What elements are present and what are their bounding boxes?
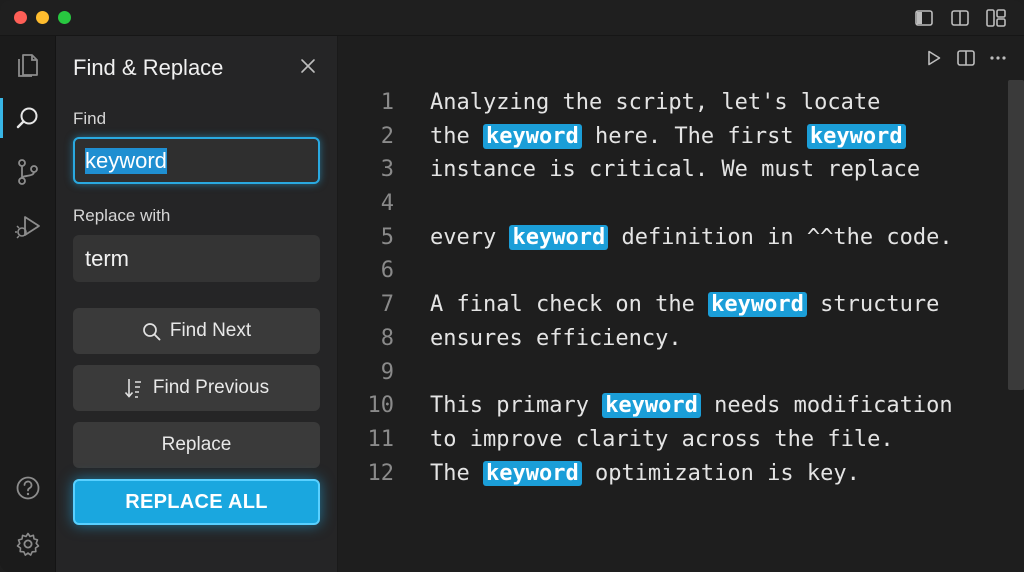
- line-number: 12: [367, 460, 395, 486]
- line-number: 7: [380, 292, 394, 318]
- find-next-label: Find Next: [169, 320, 252, 341]
- match-highlight: keyword: [602, 393, 701, 419]
- code-text: The: [430, 460, 483, 486]
- code-line: 3 instance is critical. We must replace: [338, 153, 1008, 187]
- settings-gear-icon[interactable]: [0, 518, 56, 570]
- code-lines: 1 Analyzing the script, let's locate 2 the …: [338, 86, 1008, 490]
- code-line: 11 to improve clarity across the file.: [338, 423, 1008, 457]
- editor-scrollbar[interactable]: [1008, 80, 1024, 390]
- help-icon[interactable]: [0, 462, 56, 514]
- find-replace-panel: Find & Replace Find Replace with Find Ne…: [56, 36, 338, 572]
- code-line: 8 ensures efficiency.: [338, 322, 1008, 356]
- code-text: here. The first: [581, 123, 807, 149]
- code-text: optimization is key.: [581, 460, 860, 486]
- code-text: A final check on the: [430, 292, 709, 318]
- code-text: Analyzing the script, let's locate: [430, 90, 881, 115]
- line-text: This primary keyword needs modification: [430, 389, 953, 423]
- code-line: 1 Analyzing the script, let's locate: [338, 86, 1008, 120]
- code-line: 9: [338, 356, 1008, 390]
- replace-button[interactable]: Replace: [73, 422, 320, 468]
- more-actions-icon[interactable]: [988, 48, 1008, 68]
- code-editor[interactable]: 1 Analyzing the script, let's locate 2 the …: [338, 36, 1024, 572]
- match-highlight: keyword: [509, 224, 609, 250]
- match-highlight: keyword: [806, 123, 906, 149]
- code-text: to improve clarity across the file.: [430, 426, 894, 452]
- replace-button-label: Replace: [161, 434, 232, 455]
- source-control-icon[interactable]: [0, 146, 56, 198]
- code-text: needs modification: [700, 393, 953, 419]
- search-icon[interactable]: [0, 92, 56, 144]
- line-text: A final check on the keyword structure: [430, 288, 939, 322]
- code-line: 6: [338, 254, 1008, 288]
- code-text: definition in ^^the code.: [608, 224, 953, 250]
- code-line: 4: [338, 187, 1008, 221]
- app-window: Find & Replace Find Replace with Find Ne…: [0, 0, 1024, 572]
- find-next-button[interactable]: Find Next: [73, 308, 320, 354]
- find-label: Find: [73, 109, 107, 128]
- line-text: the keyword here. The first keyword: [430, 120, 906, 154]
- code-line: 2 the keyword here. The first keyword: [338, 120, 1008, 154]
- line-number: 2: [380, 123, 394, 149]
- replace-all-label: REPLACE ALL: [125, 490, 268, 513]
- toggle-panel-icon[interactable]: [950, 8, 970, 28]
- maximize-window-button[interactable]: [58, 11, 71, 24]
- line-text: to improve clarity across the file.: [430, 423, 894, 457]
- search-icon: [142, 322, 161, 340]
- find-input[interactable]: [73, 137, 320, 184]
- match-highlight: keyword: [482, 123, 582, 149]
- code-text: structure: [806, 292, 940, 318]
- line-number: 9: [380, 359, 394, 385]
- toggle-sidebar-icon[interactable]: [914, 8, 934, 28]
- line-number: 3: [380, 157, 394, 183]
- code-line: 7 A final check on the keyword structure: [338, 288, 1008, 322]
- split-editor-icon[interactable]: [956, 48, 976, 68]
- line-number: 4: [380, 191, 394, 217]
- run-debug-icon[interactable]: [0, 200, 56, 252]
- line-number: 10: [367, 393, 395, 419]
- code-line: 5 every keyword definition in ^^the code.: [338, 221, 1008, 255]
- replace-input[interactable]: [73, 235, 320, 282]
- line-text: The keyword optimization is key.: [430, 457, 860, 491]
- find-previous-button[interactable]: Find Previous: [73, 365, 320, 411]
- title-bar: [0, 0, 1024, 36]
- files-icon[interactable]: [0, 38, 56, 90]
- editor-toolbar: [338, 36, 1024, 80]
- line-number: 11: [367, 426, 395, 452]
- line-text: ensures efficiency.: [430, 322, 682, 356]
- code-text: the: [430, 123, 483, 149]
- close-icon[interactable]: [296, 54, 320, 78]
- match-highlight: keyword: [708, 292, 807, 318]
- line-text: every keyword definition in ^^the code.: [430, 221, 953, 255]
- code-text: instance is critical. We must replace: [430, 157, 921, 183]
- run-icon[interactable]: [924, 48, 944, 68]
- activity-bar: [0, 36, 56, 572]
- code-text: This primary: [430, 393, 603, 419]
- panel-title: Find & Replace: [73, 55, 224, 80]
- code-text: every: [430, 224, 510, 250]
- code-line: 12 The keyword optimization is key.: [338, 457, 1008, 491]
- replace-with-label: Replace with: [73, 206, 171, 225]
- replace-all-button[interactable]: REPLACE ALL: [73, 479, 320, 525]
- code-text: ensures efficiency.: [430, 325, 682, 351]
- line-number: 5: [380, 224, 394, 250]
- line-number: 1: [380, 90, 394, 115]
- sort-arrow-icon: [124, 379, 141, 398]
- line-text: Analyzing the script, let's locate: [430, 86, 880, 120]
- match-highlight: keyword: [482, 460, 582, 486]
- line-number: 6: [380, 258, 394, 284]
- minimize-window-button[interactable]: [36, 11, 49, 24]
- close-window-button[interactable]: [14, 11, 27, 24]
- line-text: instance is critical. We must replace: [430, 153, 920, 187]
- code-line: 10 This primary keyword needs modificatio…: [338, 389, 1008, 423]
- find-previous-label: Find Previous: [152, 377, 270, 398]
- customize-layout-icon[interactable]: [986, 8, 1006, 28]
- line-number: 8: [380, 325, 394, 351]
